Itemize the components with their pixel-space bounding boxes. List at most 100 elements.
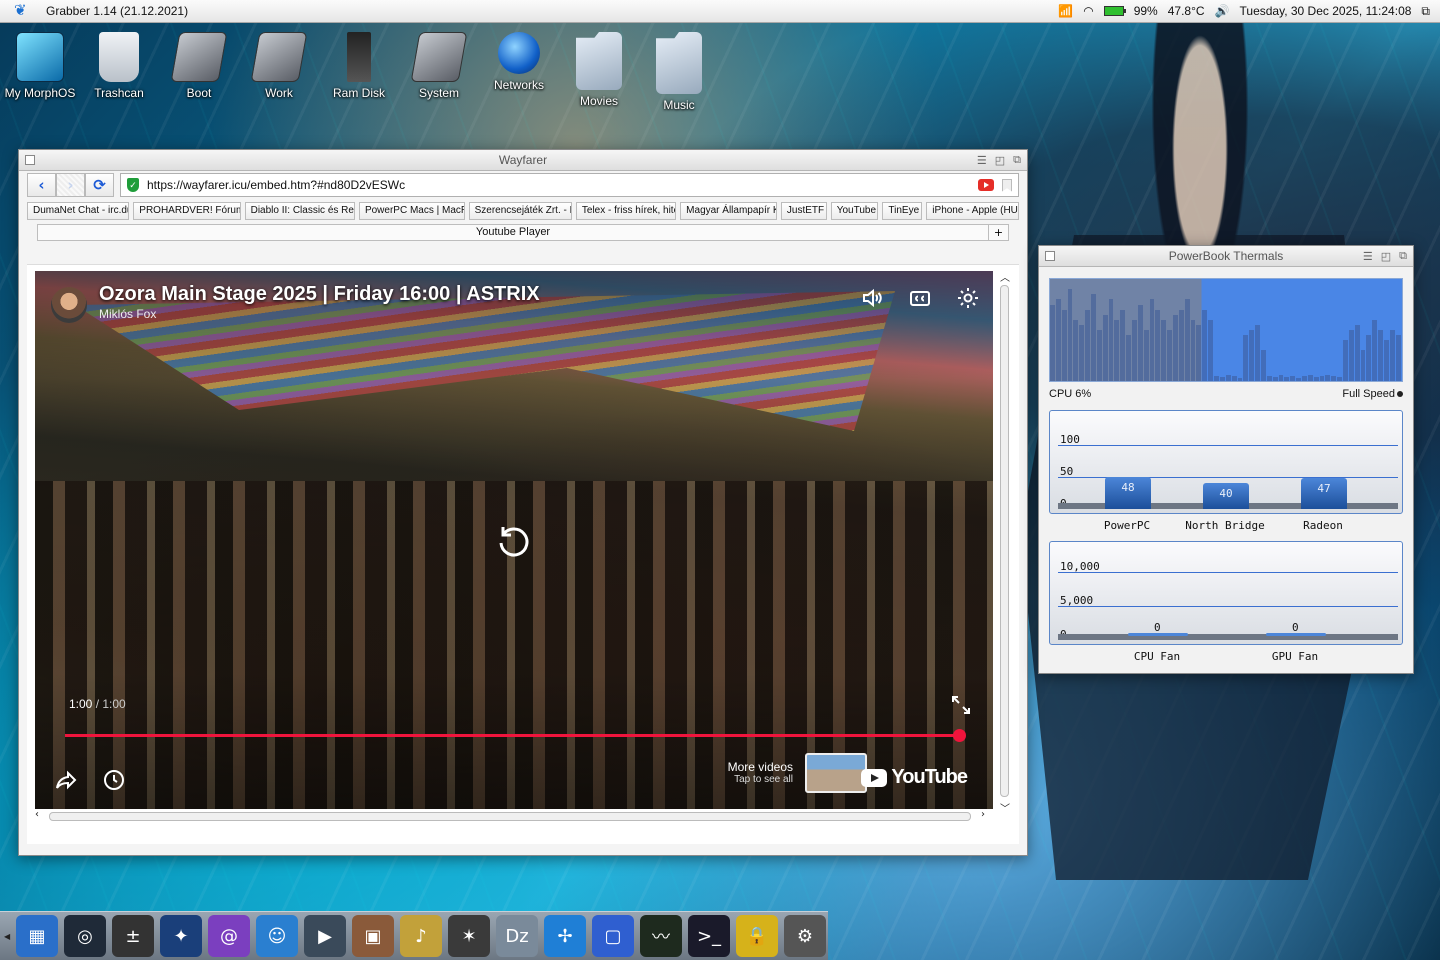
screenshot-icon[interactable]: ▢ — [592, 915, 634, 957]
wayfarer-titlebar[interactable]: Wayfarer ☰ ◰ ⧉ — [19, 150, 1027, 171]
media-player-icon[interactable]: ▶ — [304, 915, 346, 957]
wayfarer-window: Wayfarer ☰ ◰ ⧉ ‹ › ⟳ ✓ https://wayfarer.… — [18, 149, 1028, 856]
window-title: Wayfarer — [498, 153, 548, 167]
watch-later-clock-icon[interactable] — [101, 767, 127, 793]
speed-indicator-icon — [1397, 391, 1403, 397]
desktop-icon-music[interactable]: Music — [639, 32, 719, 112]
bookmark-item[interactable]: iPhone - Apple (HU) — [926, 202, 1020, 220]
cpu-temperature: 47.8°C — [1167, 4, 1205, 18]
desktop-icon-boot[interactable]: Boot — [159, 32, 239, 100]
bookmark-item[interactable]: DumaNet Chat - irc.du — [27, 202, 130, 220]
desktop-icon-movies[interactable]: Movies — [559, 32, 639, 108]
user-icon[interactable]: ☺ — [256, 915, 298, 957]
horizontal-scrollbar[interactable]: ‹ › — [35, 809, 985, 823]
forward-button[interactable]: › — [56, 173, 85, 197]
witch-icon[interactable]: ✶ — [448, 915, 490, 957]
bookmark-item[interactable]: TinEye — [882, 202, 923, 220]
bookmark-item[interactable]: Telex - friss hírek, hite — [575, 202, 677, 220]
settings-icon[interactable]: ⚙ — [784, 915, 826, 957]
bookmark-item[interactable]: Diablo II: Classic és Res — [244, 202, 355, 220]
volume-icon[interactable]: 🔊 — [1215, 4, 1230, 18]
photos-icon[interactable]: ▣ — [352, 915, 394, 957]
cpu-history-bar — [1102, 314, 1108, 381]
terminal-icon[interactable]: >_ — [688, 915, 730, 957]
back-button[interactable]: ‹ — [27, 173, 56, 197]
dizzy-icon[interactable]: Dz — [496, 915, 538, 957]
bookmark-item[interactable]: YouTube — [830, 202, 879, 220]
page-content: Ozora Main Stage 2025 | Friday 16:00 | A… — [27, 264, 1019, 844]
tab-youtube-player[interactable]: Youtube Player — [38, 225, 988, 240]
compass-icon[interactable]: ✦ — [160, 915, 202, 957]
channel-name[interactable]: Miklós Fox — [99, 307, 156, 321]
youtube-site-icon[interactable] — [978, 179, 994, 191]
desktop-icon-my-morphos[interactable]: My MorphOS — [0, 32, 80, 100]
bookmark-item[interactable]: Szerencsejáték Zrt. - L — [468, 202, 572, 220]
thermals-titlebar[interactable]: PowerBook Thermals ☰ ◰ ⧉ — [1039, 246, 1413, 267]
zoom-icon[interactable]: ◰ — [995, 154, 1005, 167]
cpu-history-bar — [1290, 375, 1296, 381]
desktop-icon-trashcan[interactable]: Trashcan — [79, 32, 159, 100]
vertical-scrollbar[interactable]: ︿ ﹀ — [999, 269, 1011, 815]
butterfly-logo-icon[interactable]: ❦ — [14, 3, 34, 19]
category-label: CPU Fan — [1133, 650, 1181, 663]
desktop-icon-ram-disk[interactable]: Ram Disk — [319, 32, 399, 100]
dock-grip-icon[interactable]: ◀ — [4, 921, 10, 951]
monitor-icon[interactable]: ◎ — [64, 915, 106, 957]
cpu-history-bar — [1196, 324, 1202, 381]
settings-gear-icon[interactable] — [955, 285, 981, 311]
speed-selector[interactable]: Full Speed — [1342, 388, 1403, 400]
depth-icon[interactable]: ⧉ — [1399, 250, 1407, 263]
scroll-up-arrow-icon[interactable]: ︿ — [1000, 269, 1010, 284]
progress-bar[interactable] — [65, 729, 966, 742]
bookmark-item[interactable]: PROHARDVER! Fórum — [133, 202, 241, 220]
url-field[interactable]: ✓ https://wayfarer.icu/embed.htm?#nd80D2… — [120, 173, 1019, 197]
more-videos-thumbnail[interactable] — [805, 753, 867, 793]
cpu-history-bar — [1202, 309, 1208, 381]
screens-icon[interactable]: ⧉ — [1421, 4, 1430, 19]
antenna-icon[interactable]: 📶 — [1058, 4, 1073, 18]
lock-icon[interactable]: 🔒 — [736, 915, 778, 957]
wifi-icon[interactable]: ◠ — [1083, 4, 1093, 18]
video-title[interactable]: Ozora Main Stage 2025 | Friday 16:00 | A… — [99, 283, 540, 306]
dock: ◀ ▦ ◎ ± ✦ @ ☺ ▶ ▣ ♪ ✶ Dz ✢ ▢ 〰 >_ 🔒 ⚙ — [0, 911, 828, 960]
cpu-history-bar — [1184, 299, 1190, 381]
zoom-icon[interactable]: ◰ — [1381, 250, 1391, 263]
bookmark-icon[interactable] — [1002, 178, 1012, 192]
category-label: Radeon — [1303, 519, 1343, 532]
scroll-down-arrow-icon[interactable]: ﹀ — [1000, 800, 1010, 815]
menu-icon[interactable]: ☰ — [1363, 250, 1373, 263]
battery-icon[interactable] — [1103, 6, 1126, 16]
bookmark-item[interactable]: PowerPC Macs | MacR — [358, 202, 465, 220]
flute-icon[interactable]: ♪ — [400, 915, 442, 957]
cpu-history-bar — [1126, 335, 1132, 381]
progress-knob[interactable] — [953, 729, 966, 742]
new-tab-button[interactable]: + — [988, 225, 1008, 240]
share-icon[interactable] — [53, 767, 79, 793]
more-videos-label[interactable]: More videos Tap to see all — [728, 760, 793, 785]
mail-icon[interactable]: @ — [208, 915, 250, 957]
bookmark-item[interactable]: JustETF — [780, 202, 827, 220]
calculator-icon[interactable]: ± — [112, 915, 154, 957]
temperature-bar: 47 — [1301, 477, 1347, 509]
desktop-icon-work[interactable]: Work — [239, 32, 319, 100]
tab-bar: Youtube Player + — [37, 224, 1009, 241]
channel-avatar[interactable] — [51, 287, 87, 323]
replay-icon[interactable] — [493, 521, 533, 561]
menu-icon[interactable]: ☰ — [977, 154, 987, 167]
depth-icon[interactable]: ⧉ — [1013, 154, 1021, 167]
reload-button[interactable]: ⟳ — [85, 173, 114, 197]
bookmark-item[interactable]: Magyar Állampapír K — [680, 202, 777, 220]
cpu-history-bar — [1178, 309, 1184, 381]
desktop-icon-system[interactable]: System — [399, 32, 479, 100]
desktop-icon-networks[interactable]: Networks — [479, 32, 559, 92]
finder-icon[interactable]: ▦ — [16, 915, 58, 957]
scroll-right-arrow-icon[interactable]: › — [981, 809, 985, 820]
activity-icon[interactable]: 〰 — [640, 915, 682, 957]
scroll-left-arrow-icon[interactable]: ‹ — [35, 809, 39, 820]
volume-icon[interactable] — [859, 285, 885, 311]
fullscreen-icon[interactable] — [951, 695, 971, 715]
youtube-video-player[interactable]: Ozora Main Stage 2025 | Friday 16:00 | A… — [35, 271, 993, 809]
captions-icon[interactable] — [907, 285, 933, 311]
fan-icon[interactable]: ✢ — [544, 915, 586, 957]
youtube-logo[interactable]: YouTube — [861, 766, 968, 789]
